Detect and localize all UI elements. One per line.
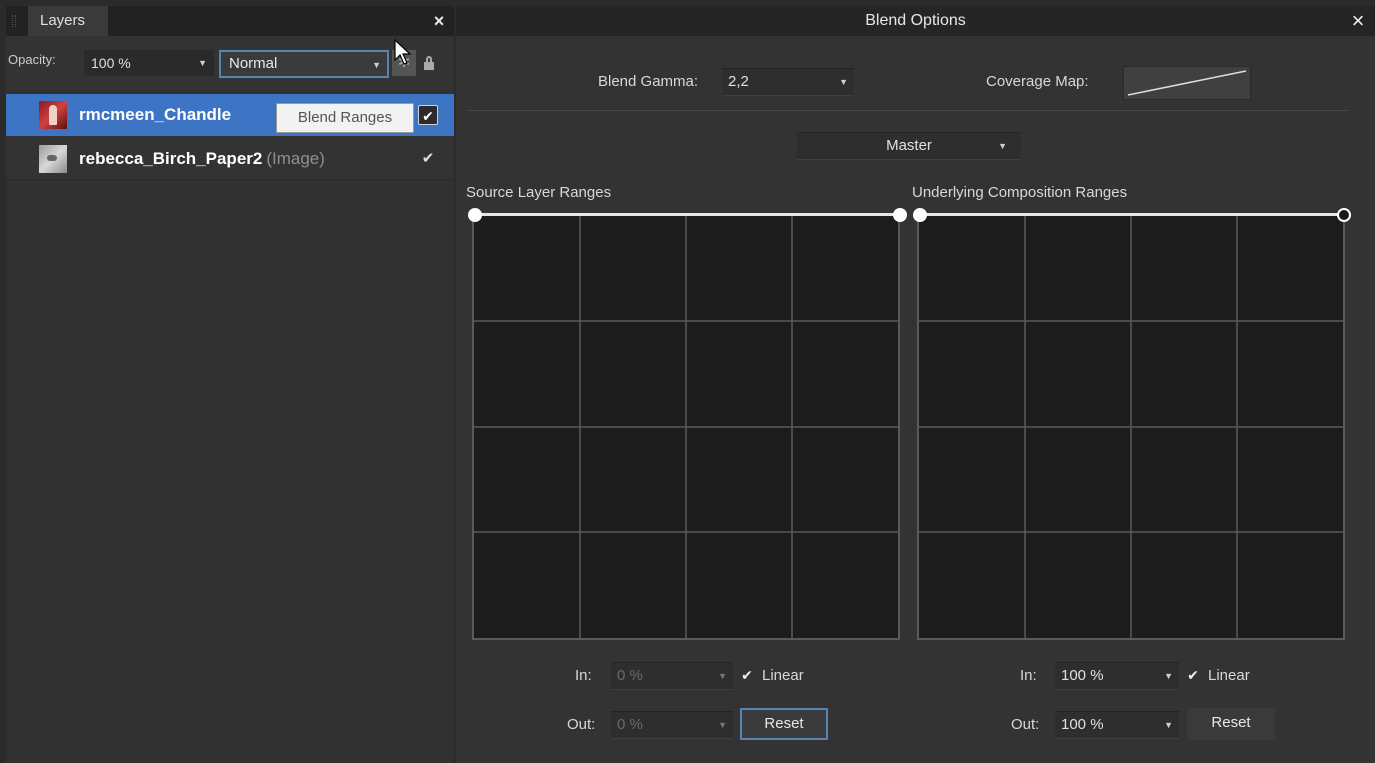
blend-gamma-dropdown[interactable]: 2,2 ▼ — [722, 68, 854, 96]
source-out-value: 0 % — [617, 716, 643, 733]
layers-toolbar: Opacity: 100 % ▼ Normal ▼ ✲ — [6, 36, 454, 92]
coverage-map-label: Coverage Map: — [986, 73, 1089, 90]
layer-name: rebecca_Birch_Paper2 — [79, 149, 263, 168]
underlying-linear-checkbox[interactable]: ✔ — [1184, 666, 1202, 684]
blend-ranges-tooltip: Blend Ranges — [276, 103, 414, 133]
layers-tab-bar: Layers × — [6, 6, 454, 36]
chevron-down-icon: ▼ — [718, 720, 727, 730]
source-range-end-handle[interactable] — [893, 208, 907, 222]
source-grid — [474, 216, 898, 638]
layer-name: rmcmeen_Chandle — [79, 105, 232, 124]
blend-gamma-label: Blend Gamma: — [598, 73, 699, 90]
source-linear-label: Linear — [762, 667, 804, 684]
blend-options-dialog: Blend Options × Blend Gamma: 2,2 ▼ Cover… — [456, 6, 1375, 763]
chevron-down-icon: ▼ — [372, 60, 381, 70]
blend-mode-value: Normal — [229, 55, 278, 72]
mouse-cursor-icon — [394, 39, 412, 65]
opacity-label: Opacity: — [8, 52, 56, 67]
close-dialog-button[interactable]: × — [1344, 8, 1372, 34]
underlying-range-start-handle[interactable] — [913, 208, 927, 222]
layers-panel: Layers × Opacity: 100 % ▼ Normal ▼ ✲ rmc… — [6, 6, 454, 763]
opacity-dropdown[interactable]: 100 % ▼ — [84, 50, 214, 76]
dialog-title: Blend Options — [865, 12, 966, 29]
source-range-start-handle[interactable] — [468, 208, 482, 222]
source-out-label: Out: — [567, 716, 596, 733]
channel-value: Master — [886, 137, 932, 154]
chevron-down-icon: ▼ — [998, 141, 1007, 151]
underlying-ranges-graph[interactable] — [917, 214, 1345, 640]
source-layer-ranges-title: Source Layer Ranges — [466, 184, 612, 201]
underlying-out-dropdown[interactable]: 100 % ▼ — [1055, 711, 1179, 739]
source-range-curve — [475, 213, 900, 216]
lock-icon[interactable] — [424, 56, 434, 70]
layer-visibility-checkbox[interactable]: ✔ — [418, 149, 438, 169]
channel-dropdown[interactable]: Master ▼ — [797, 132, 1021, 160]
layer-name-group: rebecca_Birch_Paper2 (Image) — [79, 149, 325, 169]
panel-grip-icon[interactable] — [12, 15, 16, 27]
source-out-dropdown[interactable]: 0 % ▼ — [611, 711, 733, 739]
layer-row[interactable]: rebecca_Birch_Paper2 (Image) ✔ — [6, 138, 454, 180]
underlying-grid — [919, 216, 1343, 638]
blend-gamma-value: 2,2 — [728, 73, 749, 90]
underlying-linear-label: Linear — [1208, 667, 1250, 684]
underlying-range-end-handle[interactable] — [1337, 208, 1351, 222]
coverage-map-curve[interactable] — [1123, 66, 1251, 100]
underlying-out-value: 100 % — [1061, 716, 1104, 733]
source-in-value: 0 % — [617, 667, 643, 684]
layer-visibility-checkbox[interactable]: ✔ — [418, 105, 438, 125]
source-in-dropdown[interactable]: 0 % ▼ — [611, 662, 733, 690]
chevron-down-icon: ▼ — [198, 58, 207, 68]
underlying-composition-ranges-title: Underlying Composition Ranges — [912, 184, 1128, 201]
source-ranges-graph[interactable] — [472, 214, 900, 640]
chevron-down-icon: ▼ — [1164, 671, 1173, 681]
tab-layers[interactable]: Layers — [28, 6, 108, 36]
underlying-out-label: Out: — [1011, 716, 1040, 733]
underlying-in-dropdown[interactable]: 100 % ▼ — [1055, 662, 1179, 690]
source-reset-button[interactable]: Reset — [740, 708, 828, 740]
coverage-curve-graph — [1127, 70, 1247, 96]
underlying-range-curve — [920, 213, 1345, 216]
chevron-down-icon: ▼ — [839, 77, 848, 87]
blend-mode-dropdown[interactable]: Normal ▼ — [219, 50, 389, 78]
dialog-title-bar: Blend Options × — [456, 6, 1375, 36]
source-linear-checkbox[interactable]: ✔ — [738, 666, 756, 684]
underlying-in-value: 100 % — [1061, 667, 1104, 684]
layer-thumbnail — [39, 101, 67, 129]
source-in-label: In: — [575, 667, 592, 684]
chevron-down-icon: ▼ — [1164, 720, 1173, 730]
underlying-in-label: In: — [1020, 667, 1037, 684]
chevron-down-icon: ▼ — [718, 671, 727, 681]
layer-type: (Image) — [266, 149, 325, 168]
underlying-reset-button[interactable]: Reset — [1187, 708, 1275, 740]
layer-thumbnail — [39, 145, 67, 173]
opacity-value: 100 % — [91, 55, 131, 71]
close-layers-panel-button[interactable]: × — [428, 9, 450, 33]
divider — [468, 110, 1348, 111]
